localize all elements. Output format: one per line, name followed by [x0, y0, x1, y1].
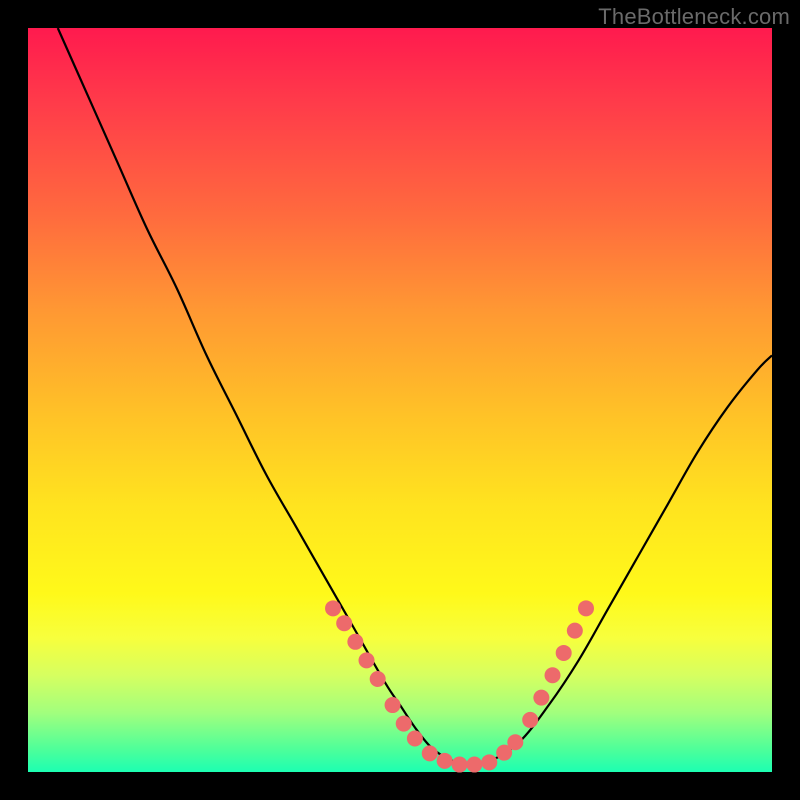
curve-markers [325, 600, 594, 772]
curve-marker [336, 615, 352, 631]
curve-marker [452, 757, 468, 773]
curve-marker [466, 757, 482, 773]
curve-marker [481, 754, 497, 770]
curve-marker [578, 600, 594, 616]
chart-frame: TheBottleneck.com [0, 0, 800, 800]
watermark-text: TheBottleneck.com [598, 4, 790, 30]
curve-layer [28, 28, 772, 772]
bottleneck-curve [58, 28, 772, 765]
curve-marker [545, 667, 561, 683]
curve-marker [396, 716, 412, 732]
curve-marker [385, 697, 401, 713]
curve-marker [522, 712, 538, 728]
plot-area [28, 28, 772, 772]
curve-marker [422, 745, 438, 761]
curve-marker [533, 690, 549, 706]
curve-marker [347, 634, 363, 650]
curve-marker [437, 753, 453, 769]
curve-marker [556, 645, 572, 661]
curve-marker [567, 623, 583, 639]
curve-marker [507, 734, 523, 750]
curve-marker [359, 652, 375, 668]
curve-marker [370, 671, 386, 687]
curve-marker [407, 731, 423, 747]
curve-marker [325, 600, 341, 616]
